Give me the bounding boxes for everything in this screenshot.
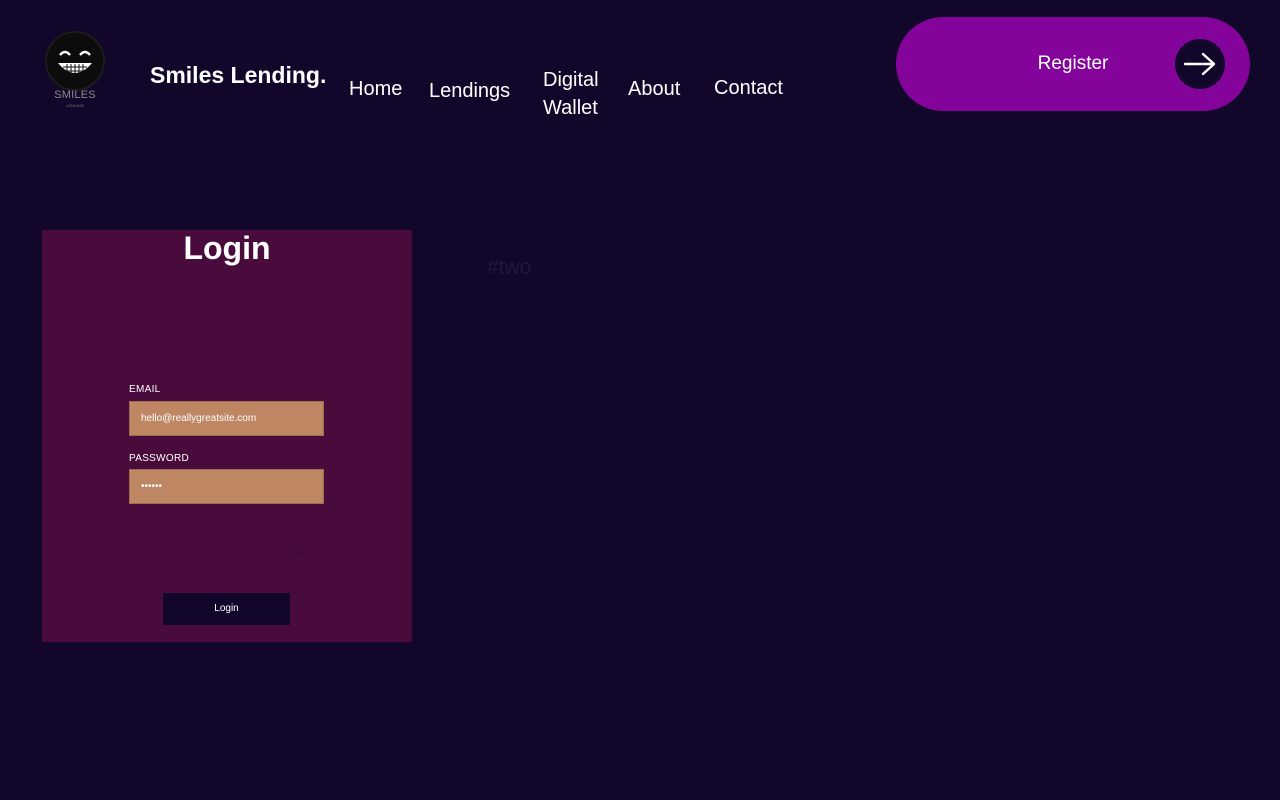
login-card: Login EMAIL PASSWORD Login	[42, 230, 412, 642]
password-label: PASSWORD	[129, 453, 189, 464]
nav-home[interactable]: Home	[349, 78, 402, 101]
email-field[interactable]	[129, 401, 324, 436]
logo-text: SMILES	[54, 89, 96, 101]
logo-subtext: LENDING	[66, 103, 84, 108]
smiley-logo-icon	[45, 31, 105, 91]
chevron-down-icon[interactable]	[296, 546, 308, 558]
password-field[interactable]	[129, 469, 324, 504]
logo: SMILES LENDING	[40, 28, 110, 112]
login-button[interactable]: Login	[163, 593, 290, 625]
nav-lendings[interactable]: Lendings	[429, 80, 510, 103]
login-title: Login	[183, 230, 271, 266]
arrow-right-icon	[1175, 39, 1225, 89]
register-button[interactable]: Register	[896, 17, 1250, 111]
email-label: EMAIL	[129, 384, 161, 395]
nav-contact[interactable]: Contact	[714, 77, 783, 100]
brand-name: Smiles Lending.	[150, 62, 327, 88]
nav-digital-wallet[interactable]: Digital Wallet	[543, 66, 613, 122]
nav-about[interactable]: About	[628, 78, 680, 101]
faint-section-tag: #two	[487, 256, 532, 279]
